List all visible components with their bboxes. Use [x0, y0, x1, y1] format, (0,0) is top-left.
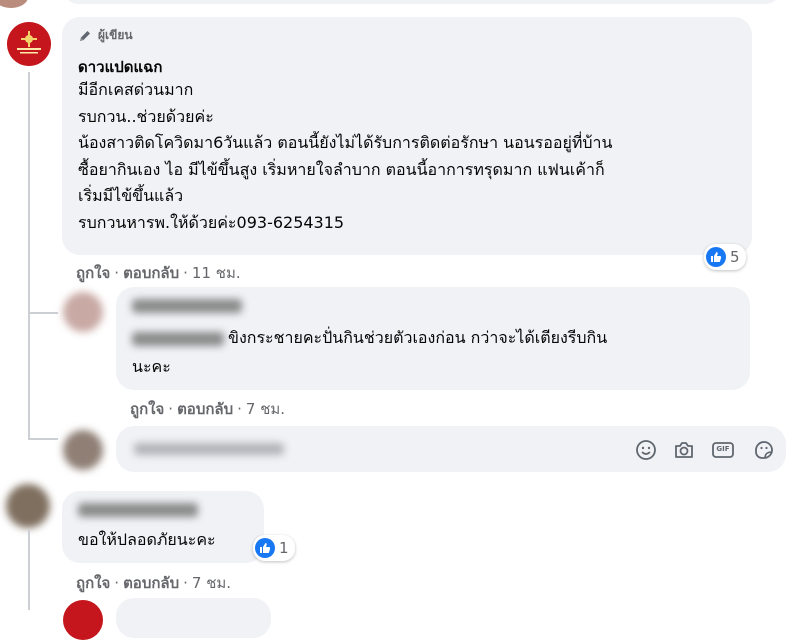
separator: ·: [183, 574, 188, 592]
current-user-avatar[interactable]: [63, 430, 103, 470]
commenter-name[interactable]: [78, 503, 198, 517]
separator: ·: [183, 264, 188, 282]
comment-actions: ถูกใจ · ตอบกลับ · 11 ชม.: [76, 261, 241, 285]
separator: ·: [168, 400, 174, 418]
reply-bubble: [116, 598, 271, 638]
author-badge-label: ผู้เขียน: [98, 28, 133, 42]
like-icon: [706, 247, 726, 267]
comment-line: มีอีกเคสด่วนมาก: [78, 80, 194, 99]
commenter-avatar[interactable]: [6, 484, 50, 528]
thread-connector: [28, 312, 58, 314]
reaction-count-badge[interactable]: 1: [253, 535, 295, 561]
like-button[interactable]: ถูกใจ: [76, 264, 110, 282]
reaction-count-badge[interactable]: 5: [704, 244, 746, 270]
reply-mention[interactable]: [132, 332, 224, 346]
timestamp[interactable]: 7 ชม.: [192, 574, 231, 592]
smile-icon[interactable]: [634, 438, 658, 462]
comment-bubble: ผู้เขียน ดาวแปดแฉก มีอีกเคสด่วนมาก รบกวน…: [62, 17, 752, 255]
like-button[interactable]: ถูกใจ: [76, 574, 110, 592]
reaction-count: 5: [730, 248, 740, 266]
comment-text: มีอีกเคสด่วนมาก รบกวน..ช่วยด้วยค่ะ น้องส…: [78, 77, 612, 236]
reply-input-placeholder: [134, 443, 284, 455]
timestamp[interactable]: 11 ชม.: [192, 264, 241, 282]
gif-label: GIF: [716, 445, 730, 453]
previous-comment-bubble: [62, 0, 782, 4]
comment-line: รบกวน..ช่วยด้วยค่ะ: [78, 106, 214, 126]
sticker-icon[interactable]: [752, 438, 776, 462]
logo-icon: [7, 22, 51, 66]
avatar[interactable]: [0, 0, 28, 8]
comment-actions: ถูกใจ · ตอบกลับ · 7 ชม.: [76, 571, 231, 595]
reply-button[interactable]: ตอบกลับ: [177, 400, 233, 418]
author-avatar[interactable]: [7, 22, 51, 66]
reaction-count: 1: [279, 539, 289, 557]
thread-line: [28, 530, 30, 610]
pencil-icon: [80, 30, 90, 41]
thread-connector: [28, 438, 58, 440]
reply-button[interactable]: ตอบกลับ: [123, 574, 179, 592]
thread-line: [28, 72, 30, 440]
timestamp[interactable]: 7 ชม.: [246, 400, 285, 418]
gif-icon[interactable]: GIF: [711, 438, 735, 462]
like-button[interactable]: ถูกใจ: [130, 400, 164, 418]
comment-line: เริ่มมีไข้ขึ้นแล้ว: [78, 186, 184, 205]
comment-line: ซื้อยากินเอง ไอ มีไข้ขึ้นสูง เริ่มหายใจล…: [78, 159, 605, 179]
reply-actions: ถูกใจ · ตอบกลับ · 7 ชม.: [130, 397, 285, 421]
like-icon: [255, 538, 275, 558]
comment-text: ขอให้ปลอดภัยนะคะ: [78, 530, 216, 549]
comment-line: รบกวนหารพ.ให้ด้วยค่ะ093-6254315: [78, 212, 345, 232]
reply-text-line: ขิงกระชายคะปั่นกินช่วยตัวเองก่อน กว่าจะไ…: [228, 328, 608, 347]
reply-avatar[interactable]: [63, 292, 103, 332]
reply-text-line: นะคะ: [132, 357, 171, 376]
separator: ·: [237, 400, 242, 418]
reply-bubble: ขิงกระชายคะปั่นกินช่วยตัวเองก่อน กว่าจะไ…: [116, 287, 750, 390]
reply-author-name[interactable]: [132, 299, 242, 313]
separator: ·: [114, 264, 120, 282]
reply-button[interactable]: ตอบกลับ: [123, 264, 179, 282]
camera-icon[interactable]: [672, 438, 696, 462]
reply-avatar[interactable]: [63, 600, 103, 640]
author-badge: ผู้เขียน: [78, 26, 133, 45]
separator: ·: [114, 574, 120, 592]
comment-bubble: ขอให้ปลอดภัยนะคะ: [62, 491, 264, 563]
comment-line: น้องสาวติดโควิดมา6วันแล้ว ตอนนี้ยังไม่ได…: [78, 133, 613, 152]
